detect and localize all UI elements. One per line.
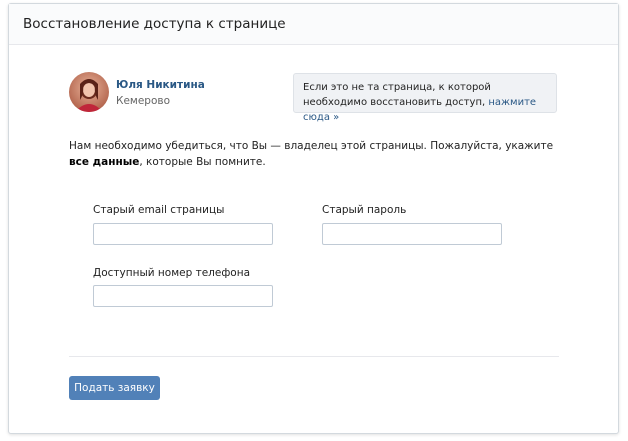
email-label: Старый email страницы (93, 204, 225, 216)
avatar[interactable] (69, 72, 109, 112)
intro-text-before: Нам необходимо убедиться, что Вы — владе… (69, 140, 554, 152)
user-name-link[interactable]: Юля Никитина (116, 79, 205, 91)
intro-text: Нам необходимо убедиться, что Вы — владе… (69, 138, 569, 170)
restore-access-card: Восстановление доступа к странице Юля Ни… (8, 3, 619, 434)
password-label: Старый пароль (322, 204, 407, 216)
wrong-page-notice: Если это не та страница, к которой необх… (293, 73, 557, 123)
phone-label: Доступный номер телефона (93, 267, 251, 279)
user-city: Кемерово (116, 95, 170, 107)
user-photo-icon (69, 72, 109, 112)
password-field[interactable] (322, 223, 502, 245)
phone-field[interactable] (93, 285, 273, 307)
email-field[interactable] (93, 223, 273, 245)
intro-text-after: , которые Вы помните. (139, 156, 266, 168)
card-header: Восстановление доступа к странице (9, 4, 618, 45)
submit-request-button[interactable]: Подать заявку (69, 376, 160, 400)
notice-text: Если это не та страница, к которой необх… (303, 82, 491, 108)
intro-text-bold: все данные (69, 156, 140, 168)
page-title: Восстановление доступа к странице (23, 16, 286, 32)
divider (69, 356, 559, 357)
